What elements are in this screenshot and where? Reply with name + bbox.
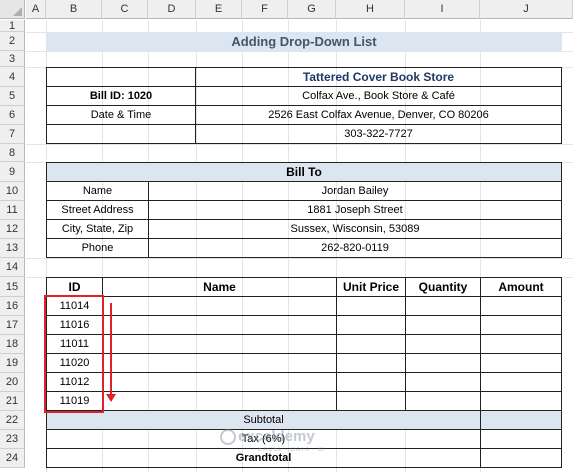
items-header-unit-price[interactable]: Unit Price [336,277,406,297]
item-quantity-cell[interactable] [405,315,481,335]
item-amount-cell[interactable] [480,353,562,373]
row-header-24[interactable]: 24 [0,449,25,468]
bill-to-label-street[interactable]: Street Address [46,200,149,220]
row-header-22[interactable]: 22 [0,411,25,430]
store-name[interactable]: Tattered Cover Book Store [195,67,562,87]
row-header-15[interactable]: 15 [0,277,25,297]
row-header-17[interactable]: 17 [0,316,25,335]
column-header-j[interactable]: J [480,0,573,19]
bill-to-label-name[interactable]: Name [46,181,149,201]
id-range-highlight [44,295,104,413]
column-header-i[interactable]: I [405,0,480,19]
store-blank-cell[interactable] [46,67,196,87]
row-header-10[interactable]: 10 [0,182,25,201]
item-quantity-cell[interactable] [405,296,481,316]
watermark-brand: exceldemy [238,428,315,445]
store-address-line2[interactable]: 2526 East Colfax Avenue, Denver, CO 8020… [195,105,562,125]
watermark-tagline: EXCEL · DATA · BI [258,447,326,453]
row-header-20[interactable]: 20 [0,373,25,392]
row-header-6[interactable]: 6 [0,106,25,125]
row-header-5[interactable]: 5 [0,87,25,106]
bill-to-value-name[interactable]: Jordan Bailey [148,181,562,201]
item-name-cell[interactable] [102,353,337,373]
item-quantity-cell[interactable] [405,391,481,411]
exceldemy-watermark: exceldemy [220,428,315,445]
item-unit-price-cell[interactable] [336,334,406,354]
column-header-e[interactable]: E [196,0,242,19]
item-quantity-cell[interactable] [405,353,481,373]
item-name-cell[interactable] [102,315,337,335]
column-header-d[interactable]: D [148,0,196,19]
row-header-4[interactable]: 4 [0,67,25,87]
item-amount-cell[interactable] [480,334,562,354]
item-amount-cell[interactable] [480,391,562,411]
items-header-id[interactable]: ID [46,277,103,297]
tax-value[interactable] [480,429,562,449]
row-header-11[interactable]: 11 [0,201,25,220]
items-header-amount[interactable]: Amount [480,277,562,297]
item-amount-cell[interactable] [480,315,562,335]
item-unit-price-cell[interactable] [336,353,406,373]
row-header-2[interactable]: 2 [0,32,25,51]
column-header-g[interactable]: G [288,0,336,19]
row-header-7[interactable]: 7 [0,125,25,144]
store-address-line1[interactable]: Colfax Ave., Book Store & Café [195,86,562,106]
bill-to-value-phone[interactable]: 262-820-0119 [148,238,562,258]
exceldemy-logo-icon [220,428,236,445]
row-header-3[interactable]: 3 [0,51,25,67]
column-header-h[interactable]: H [336,0,405,19]
subtotal-value[interactable] [480,410,562,430]
row-header-14[interactable]: 14 [0,258,25,277]
items-header-quantity[interactable]: Quantity [405,277,481,297]
down-arrow-icon [106,394,116,402]
column-header-f[interactable]: F [242,0,288,19]
column-header-a[interactable]: A [26,0,46,19]
item-name-cell[interactable] [102,372,337,392]
select-all-corner[interactable] [0,0,25,19]
bill-to-label-phone[interactable]: Phone [46,238,149,258]
item-unit-price-cell[interactable] [336,391,406,411]
row-header-16[interactable]: 16 [0,297,25,316]
bill-to-value-city[interactable]: Sussex, Wisconsin, 53089 [148,219,562,239]
item-quantity-cell[interactable] [405,334,481,354]
item-unit-price-cell[interactable] [336,315,406,335]
row-header-8[interactable]: 8 [0,144,25,162]
bill-to-label-city[interactable]: City, State, Zip [46,219,149,239]
row-header-12[interactable]: 12 [0,220,25,239]
item-amount-cell[interactable] [480,296,562,316]
date-time-value[interactable] [46,124,196,144]
bill-id-cell[interactable]: Bill ID: 1020 [46,86,196,106]
row-header-19[interactable]: 19 [0,354,25,373]
grandtotal-value[interactable] [480,448,562,468]
row-header-13[interactable]: 13 [0,239,25,258]
item-name-cell[interactable] [102,296,337,316]
column-header-b[interactable]: B [46,0,102,19]
item-quantity-cell[interactable] [405,372,481,392]
row-header-23[interactable]: 23 [0,430,25,449]
items-header-name[interactable]: Name [102,277,337,297]
row-header-9[interactable]: 9 [0,162,25,182]
row-header-18[interactable]: 18 [0,335,25,354]
item-unit-price-cell[interactable] [336,372,406,392]
item-amount-cell[interactable] [480,372,562,392]
bill-to-value-street[interactable]: 1881 Joseph Street [148,200,562,220]
column-header-c[interactable]: C [102,0,148,19]
item-unit-price-cell[interactable] [336,296,406,316]
down-arrow-shaft [110,303,112,395]
subtotal-label[interactable]: Subtotal [46,410,481,430]
row-header-1[interactable]: 1 [0,20,25,32]
store-phone[interactable]: 303-322-7727 [195,124,562,144]
sheet-title[interactable]: Adding Drop-Down List [46,32,562,51]
row-header-21[interactable]: 21 [0,392,25,411]
item-name-cell[interactable] [102,391,337,411]
item-name-cell[interactable] [102,334,337,354]
bill-to-header[interactable]: Bill To [46,162,562,182]
date-time-label[interactable]: Date & Time [46,105,196,125]
